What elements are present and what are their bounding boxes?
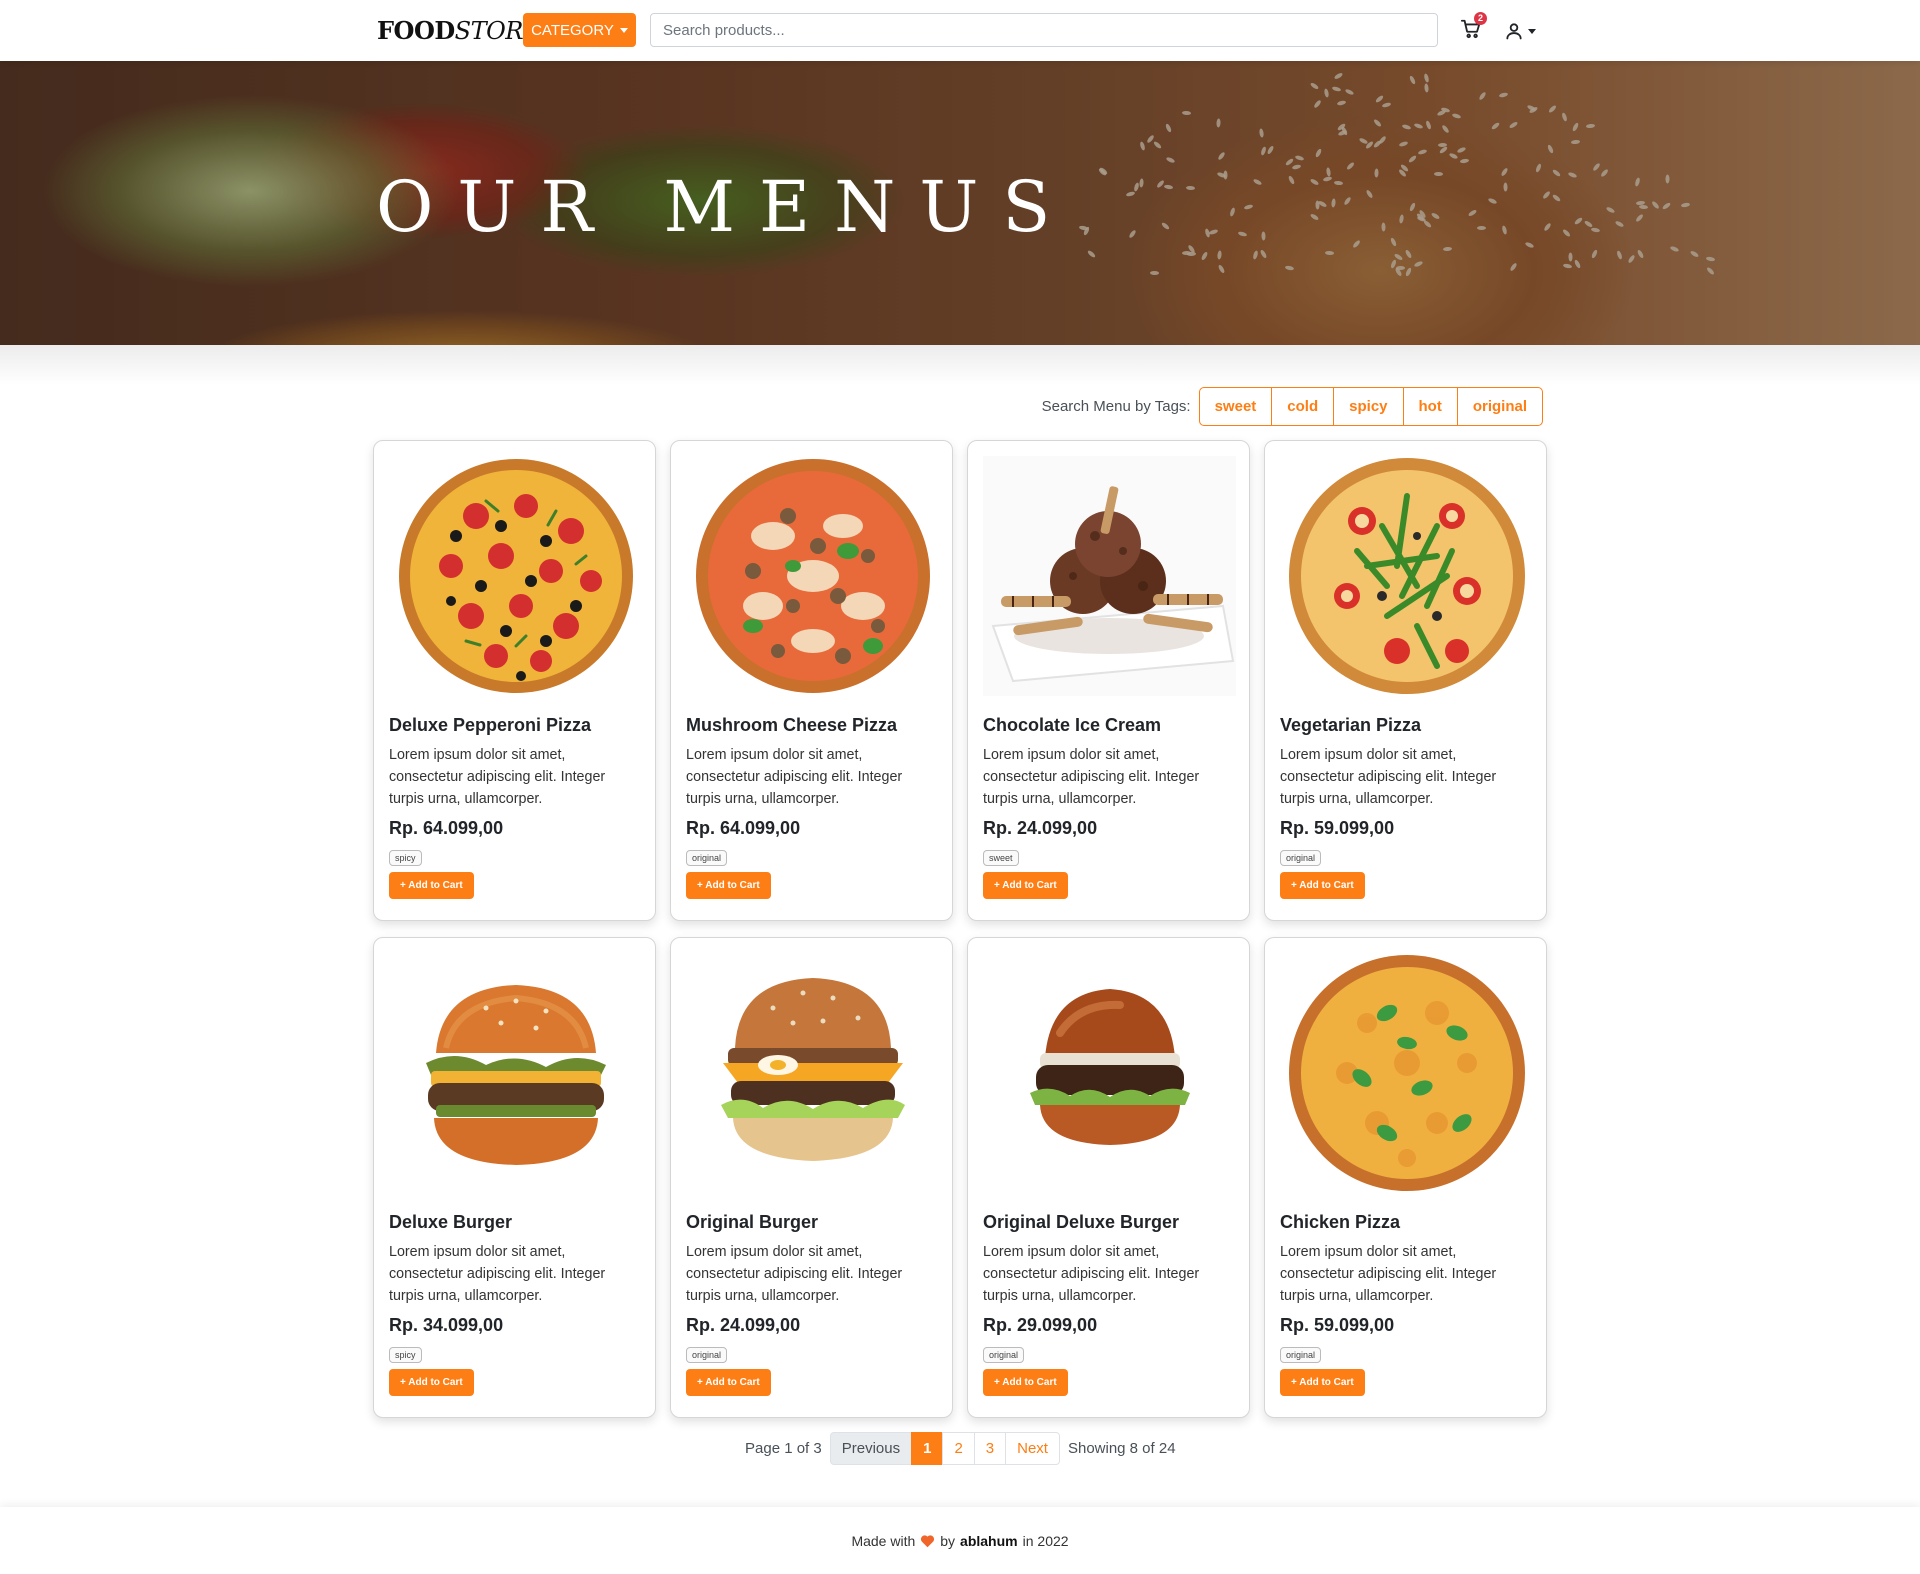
product-description: Lorem ipsum dolor sit amet, consectetur … (1280, 747, 1497, 807)
product-price: Rp. 59.099,00 (1280, 1315, 1395, 1335)
tag-button-cold[interactable]: cold (1271, 387, 1335, 426)
showing-count: Showing 8 of 24 (1067, 1440, 1176, 1457)
product-tag-badge: sweet (983, 850, 1019, 866)
product-description: Lorem ipsum dolor sit amet, consectetur … (686, 1244, 903, 1304)
product-tag-badge: original (686, 1347, 728, 1363)
tag-button-original[interactable]: original (1456, 387, 1543, 426)
product-image-original-burger[interactable] (686, 953, 939, 1193)
product-tag-badge: spicy (389, 850, 422, 866)
caret-down-icon (619, 27, 628, 33)
product-name[interactable]: Original Deluxe Burger (983, 1212, 1234, 1233)
caret-down-icon (1528, 28, 1536, 34)
heart-icon (921, 1534, 935, 1547)
brand-logo[interactable]: FOODSTORE (377, 16, 540, 45)
product-price: Rp. 29.099,00 (983, 1315, 1098, 1335)
tag-button-group: sweet cold spicy hot original (1198, 387, 1543, 426)
hero-shadow (0, 345, 1920, 385)
product-description: Lorem ipsum dolor sit amet, consectetur … (983, 747, 1200, 807)
product-price: Rp. 59.099,00 (1280, 818, 1395, 838)
next-page-button[interactable]: Next (1005, 1432, 1060, 1465)
user-icon (1506, 23, 1522, 40)
product-card: Chocolate Ice Cream Lorem ipsum dolor si… (967, 440, 1250, 921)
product-description: Lorem ipsum dolor sit amet, consectetur … (389, 747, 606, 807)
product-card: Chicken Pizza Lorem ipsum dolor sit amet… (1264, 937, 1547, 1418)
pagination: Page 1 of 3 Previous 1 2 3 Next Showing … (745, 1432, 1176, 1465)
product-image-pepperoni-pizza[interactable] (389, 456, 642, 696)
add-to-cart-button[interactable]: + Add to Cart (389, 872, 474, 899)
product-description: Lorem ipsum dolor sit amet, consectetur … (1280, 1244, 1497, 1304)
product-name[interactable]: Mushroom Cheese Pizza (686, 715, 937, 736)
product-name[interactable]: Chicken Pizza (1280, 1212, 1531, 1233)
product-description: Lorem ipsum dolor sit amet, consectetur … (686, 747, 903, 807)
add-to-cart-button[interactable]: + Add to Cart (1280, 1369, 1365, 1396)
add-to-cart-button[interactable]: + Add to Cart (686, 872, 771, 899)
tag-filter: Search Menu by Tags: sweet cold spicy ho… (1042, 387, 1543, 426)
add-to-cart-button[interactable]: + Add to Cart (389, 1369, 474, 1396)
product-name[interactable]: Original Burger (686, 1212, 937, 1233)
product-card: Original Deluxe Burger Lorem ipsum dolor… (967, 937, 1250, 1418)
page-button-1[interactable]: 1 (911, 1432, 944, 1465)
product-name[interactable]: Vegetarian Pizza (1280, 715, 1531, 736)
product-image-original-deluxe-burger[interactable] (983, 953, 1236, 1193)
product-tag-badge: original (686, 850, 728, 866)
navbar: FOODSTORE CATEGORY 2 (0, 0, 1920, 61)
product-price: Rp. 24.099,00 (686, 1315, 801, 1335)
page-info: Page 1 of 3 (745, 1440, 822, 1457)
product-price: Rp. 64.099,00 (389, 818, 504, 838)
product-description: Lorem ipsum dolor sit amet, consectetur … (983, 1244, 1200, 1304)
cart-button[interactable]: 2 (1460, 12, 1487, 44)
product-tag-badge: original (1280, 1347, 1322, 1363)
footer: Made with by ablahum in 2022 (0, 1507, 1920, 1574)
search-input[interactable] (650, 13, 1438, 47)
tag-button-hot[interactable]: hot (1402, 387, 1458, 426)
category-dropdown-button[interactable]: CATEGORY (523, 13, 636, 47)
add-to-cart-button[interactable]: + Add to Cart (686, 1369, 771, 1396)
page-button-2[interactable]: 2 (942, 1432, 975, 1465)
product-card: Vegetarian Pizza Lorem ipsum dolor sit a… (1264, 440, 1547, 921)
footer-year: in 2022 (1022, 1532, 1069, 1549)
product-description: Lorem ipsum dolor sit amet, consectetur … (389, 1244, 606, 1304)
previous-page-button[interactable]: Previous (829, 1432, 913, 1465)
footer-author-link[interactable]: ablahum (960, 1533, 1018, 1549)
product-grid: Deluxe Pepperoni Pizza Lorem ipsum dolor… (373, 440, 1548, 1418)
tag-button-sweet[interactable]: sweet (1198, 387, 1273, 426)
tag-button-spicy[interactable]: spicy (1333, 387, 1404, 426)
product-image-mushroom-pizza[interactable] (686, 456, 939, 696)
product-name[interactable]: Deluxe Burger (389, 1212, 640, 1233)
product-price: Rp. 64.099,00 (686, 818, 801, 838)
product-price: Rp. 24.099,00 (983, 818, 1098, 838)
product-image-chicken-pizza[interactable] (1280, 953, 1533, 1193)
add-to-cart-button[interactable]: + Add to Cart (983, 1369, 1068, 1396)
product-price: Rp. 34.099,00 (389, 1315, 504, 1335)
footer-made-with: Made with (851, 1532, 916, 1549)
hero-banner: OUR MENUS (0, 61, 1920, 345)
user-menu-button[interactable] (1504, 19, 1536, 43)
footer-by: by (940, 1532, 956, 1549)
product-card: Deluxe Burger Lorem ipsum dolor sit amet… (373, 937, 656, 1418)
hero-title: OUR MENUS (376, 166, 1075, 248)
category-label: CATEGORY (531, 21, 614, 39)
page-button-3[interactable]: 3 (973, 1432, 1007, 1465)
cart-count-badge: 2 (1474, 12, 1487, 25)
product-tag-badge: original (983, 1347, 1025, 1363)
product-card: Original Burger Lorem ipsum dolor sit am… (670, 937, 953, 1418)
product-name[interactable]: Chocolate Ice Cream (983, 715, 1234, 736)
tag-filter-label: Search Menu by Tags: (1041, 398, 1191, 415)
pagination-buttons: Previous 1 2 3 Next (829, 1432, 1060, 1465)
product-image-vegetarian-pizza[interactable] (1280, 456, 1533, 696)
product-image-chocolate-ice-cream[interactable] (983, 456, 1236, 696)
product-tag-badge: spicy (389, 1347, 422, 1363)
add-to-cart-button[interactable]: + Add to Cart (1280, 872, 1365, 899)
add-to-cart-button[interactable]: + Add to Cart (983, 872, 1068, 899)
product-card: Deluxe Pepperoni Pizza Lorem ipsum dolor… (373, 440, 656, 921)
product-image-deluxe-burger[interactable] (389, 953, 642, 1193)
product-tag-badge: original (1280, 850, 1322, 866)
product-card: Mushroom Cheese Pizza Lorem ipsum dolor … (670, 440, 953, 921)
product-name[interactable]: Deluxe Pepperoni Pizza (389, 715, 640, 736)
